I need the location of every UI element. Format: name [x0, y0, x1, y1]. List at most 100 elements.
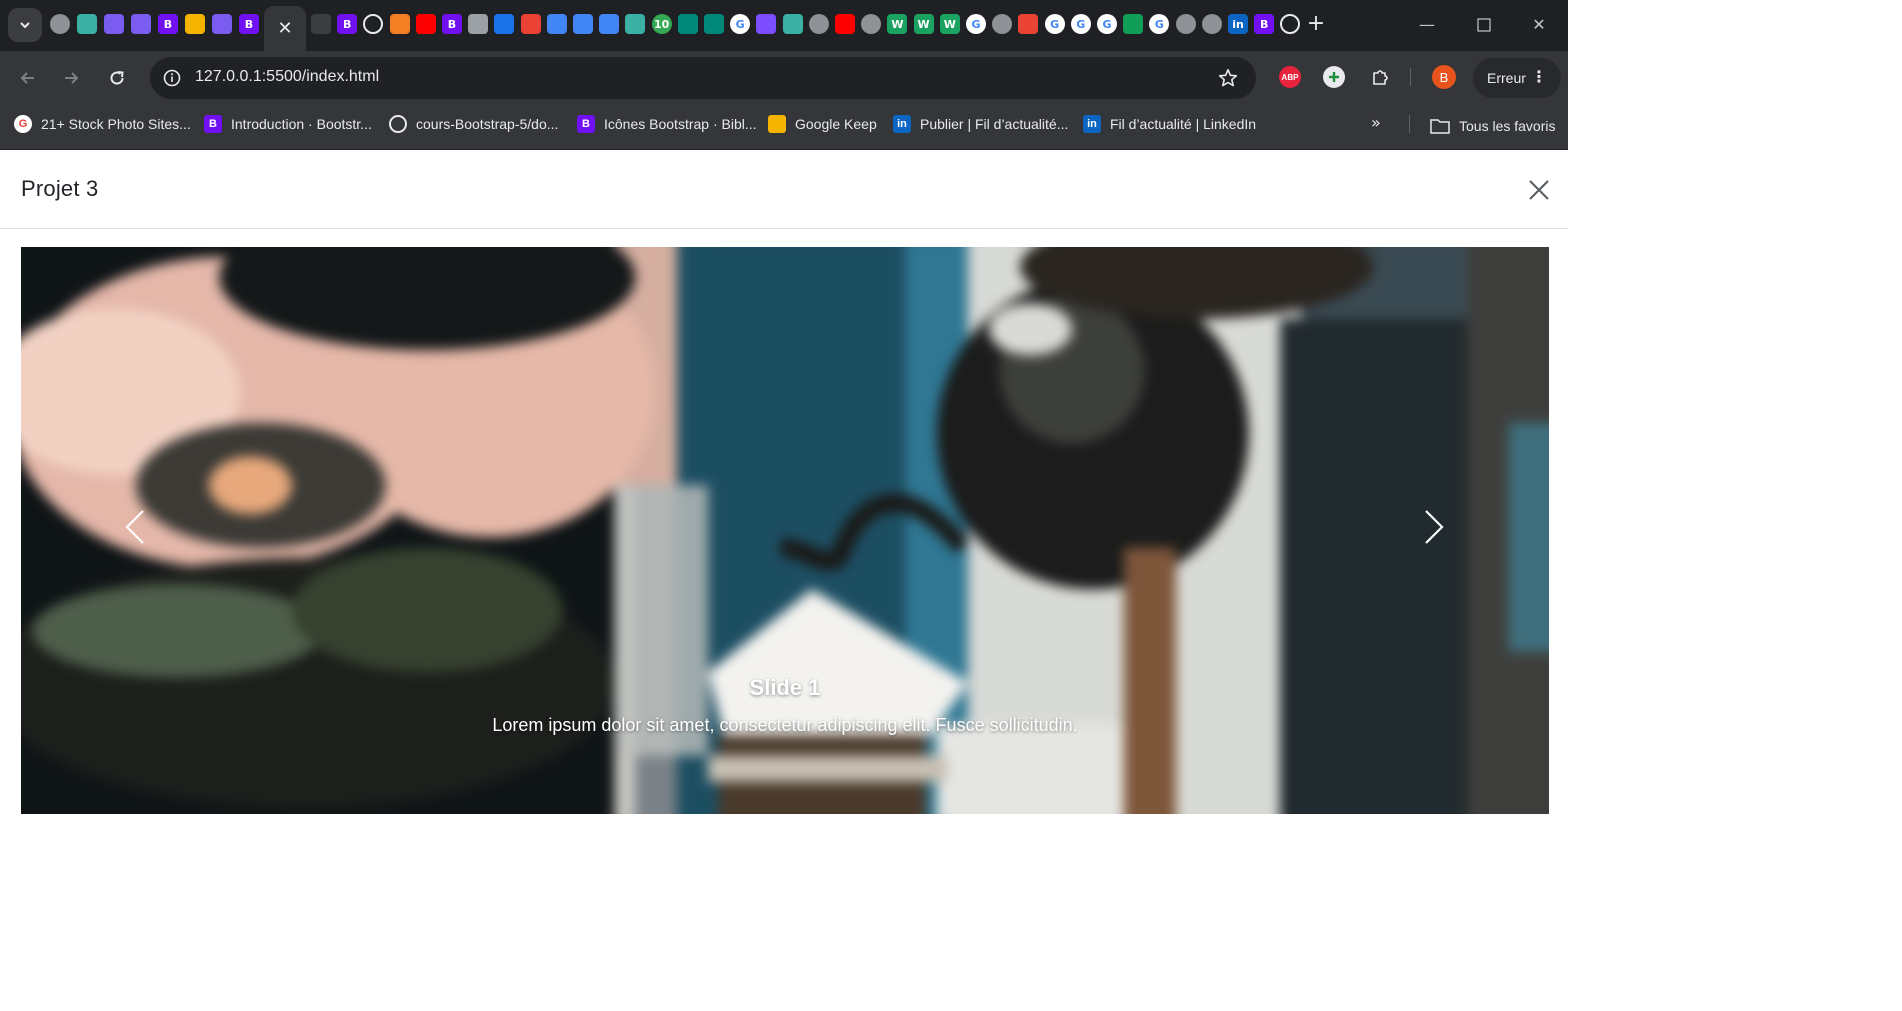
chevron-down-icon	[20, 22, 30, 29]
tab-favicon-linkedin-icon[interactable]: in	[1228, 14, 1248, 34]
tab-favicon-badge-icon[interactable]: 10	[651, 14, 672, 34]
keep-icon	[768, 115, 786, 133]
tab-favicon-stackoverflow-icon[interactable]	[389, 14, 410, 34]
arrow-right-icon	[65, 72, 79, 84]
tab-favicon-github-icon[interactable]	[1280, 14, 1301, 34]
tab-favicon-google-icon[interactable]: G	[1044, 14, 1065, 34]
tab-favicon-stackblitz-icon[interactable]	[77, 14, 97, 34]
tab-favicon-gmail-icon[interactable]	[520, 14, 541, 34]
tab-favicon-globe-icon[interactable]	[50, 14, 70, 34]
tab-favicon-bootstrap-icon[interactable]: B	[239, 14, 259, 34]
bookmark-item[interactable]: cours-Bootstrap-5/do...	[389, 113, 558, 135]
tab-favicon-gmail-icon[interactable]	[1018, 14, 1039, 34]
slide-title: Slide 1	[749, 675, 821, 700]
tab-favicon-w-icon[interactable]: W	[939, 14, 960, 34]
modal-close-button[interactable]	[1522, 173, 1556, 207]
tab-favicon-youtube-icon[interactable]	[415, 14, 436, 34]
carousel-prev-button[interactable]	[95, 487, 175, 567]
tab-favicon-arc-icon[interactable]	[131, 14, 151, 34]
slide-text: Lorem ipsum dolor sit amet, consectetur …	[492, 715, 1078, 735]
tab-favicon-google-icon[interactable]: G	[1070, 14, 1091, 34]
close-icon	[1529, 180, 1549, 200]
bookmark-item[interactable]: in Publier | Fil d’actualité...	[893, 113, 1068, 135]
tab-favicon-keep-icon[interactable]	[185, 14, 205, 34]
tab-favicon-bootstrap-icon[interactable]: B	[442, 14, 462, 34]
back-button[interactable]	[14, 64, 42, 92]
tab-search-button[interactable]	[8, 8, 42, 42]
bookmark-label: cours-Bootstrap-5/do...	[416, 116, 559, 132]
carousel-caption: Slide 1 Lorem ipsum dolor sit amet, cons…	[21, 675, 1549, 736]
url-text[interactable]: 127.0.0.1:5500/index.html	[195, 68, 379, 86]
close-tab-icon[interactable]: ✕	[277, 18, 292, 39]
tab-favicon-docs-icon[interactable]	[599, 14, 620, 34]
arrow-left-icon	[20, 72, 34, 84]
bootstrap-icon: B	[577, 115, 595, 133]
active-tab[interactable]: ✕	[264, 6, 306, 51]
bookmark-star-icon[interactable]	[1216, 66, 1240, 90]
tab-favicon-bootstrap-icon[interactable]: B	[1254, 14, 1275, 34]
account-error-button[interactable]: Erreur ⋮	[1473, 58, 1561, 98]
tab-favicon-code-icon[interactable]	[468, 14, 489, 34]
site-info-icon[interactable]	[160, 66, 184, 90]
tab-favicon-globe-icon[interactable]	[1175, 14, 1196, 34]
bookmark-label: Publier | Fil d’actualité...	[920, 116, 1069, 132]
bookmark-item[interactable]: B Introduction · Bootstr...	[204, 113, 372, 135]
carousel: Slide 1 Lorem ipsum dolor sit amet, cons…	[21, 247, 1549, 814]
tab-favicon-w-icon[interactable]: W	[913, 14, 934, 34]
tab-favicon-google-icon[interactable]: G	[1097, 14, 1117, 34]
tab-favicon-hashtag-icon[interactable]	[756, 14, 777, 34]
account-error-label: Erreur	[1487, 70, 1526, 86]
address-bar[interactable]: 127.0.0.1:5500/index.html	[150, 57, 1256, 99]
bookmark-label: Google Keep	[795, 116, 877, 132]
tab-favicon-generic-icon[interactable]	[311, 14, 331, 34]
tab-favicon-google-icon[interactable]: G	[730, 14, 751, 34]
tab-favicon-bootstrap-icon[interactable]: B	[158, 14, 178, 34]
profile-avatar[interactable]: B	[1432, 65, 1456, 89]
tab-favicon-google-icon[interactable]: G	[966, 14, 986, 34]
tab-favicon-classroom-icon[interactable]	[1123, 14, 1144, 34]
tab-favicon-globe-icon[interactable]	[992, 14, 1013, 34]
tab-favicon-docs-icon[interactable]	[546, 14, 567, 34]
tab-favicon-arc-icon[interactable]	[212, 14, 232, 34]
toolbar-separator	[1410, 68, 1411, 86]
modal-divider	[0, 228, 1568, 229]
folder-icon	[1430, 118, 1450, 134]
tab-favicon-w-icon[interactable]: W	[887, 14, 908, 34]
window-close-icon[interactable]: ✕	[1524, 12, 1554, 38]
minimize-icon[interactable]: —	[1412, 12, 1442, 38]
modal-title: Projet 3	[21, 176, 99, 201]
tab-favicon-arc-icon[interactable]	[104, 14, 124, 34]
tab-favicon-bootstrap-icon[interactable]: B	[337, 14, 358, 34]
extensions-puzzle-icon[interactable]	[1368, 65, 1392, 89]
tab-favicon-meet-icon[interactable]	[677, 14, 698, 34]
tab-favicon-github-icon[interactable]	[363, 14, 384, 34]
google-icon: G	[14, 115, 32, 133]
all-bookmarks-folder[interactable]: Tous les favoris	[1430, 115, 1555, 137]
maximize-icon[interactable]	[1469, 12, 1499, 38]
tab-favicon-globe-icon[interactable]	[808, 14, 829, 34]
tab-favicon-globe-icon[interactable]	[1201, 14, 1222, 34]
new-tab-button[interactable]: +	[1304, 12, 1328, 36]
tab-favicon-stackblitz-icon[interactable]	[782, 14, 803, 34]
tab-favicon-docs-icon[interactable]	[573, 14, 593, 34]
reload-button[interactable]	[103, 64, 131, 92]
bookmark-item[interactable]: in Fil d’actualité | LinkedIn	[1083, 113, 1256, 135]
chevron-left-icon	[125, 510, 144, 544]
tab-favicon-google-icon[interactable]: G	[1149, 14, 1170, 34]
linkedin-icon: in	[1083, 115, 1101, 133]
add-extension-icon[interactable]	[1323, 66, 1345, 88]
more-bookmarks-icon[interactable]: »	[1371, 113, 1391, 135]
tab-favicon-flag-icon[interactable]	[494, 14, 515, 34]
adblock-extension-icon[interactable]: ABP	[1279, 66, 1301, 88]
bookmark-item[interactable]: B Icônes Bootstrap · Bibl...	[577, 113, 757, 135]
tab-favicon-youtube-icon[interactable]	[835, 14, 855, 34]
tab-favicon-stackblitz-icon[interactable]	[625, 14, 646, 34]
modal-header: Projet 3	[0, 151, 1568, 229]
tab-favicon-meet-icon[interactable]	[704, 14, 724, 34]
bookmark-item[interactable]: G 21+ Stock Photo Sites...	[14, 113, 191, 135]
chevron-right-icon	[1425, 510, 1444, 544]
forward-button[interactable]	[57, 64, 85, 92]
tab-favicon-globe-icon[interactable]	[861, 14, 882, 34]
carousel-next-button[interactable]	[1394, 487, 1474, 567]
bookmark-item[interactable]: Google Keep	[768, 113, 877, 135]
